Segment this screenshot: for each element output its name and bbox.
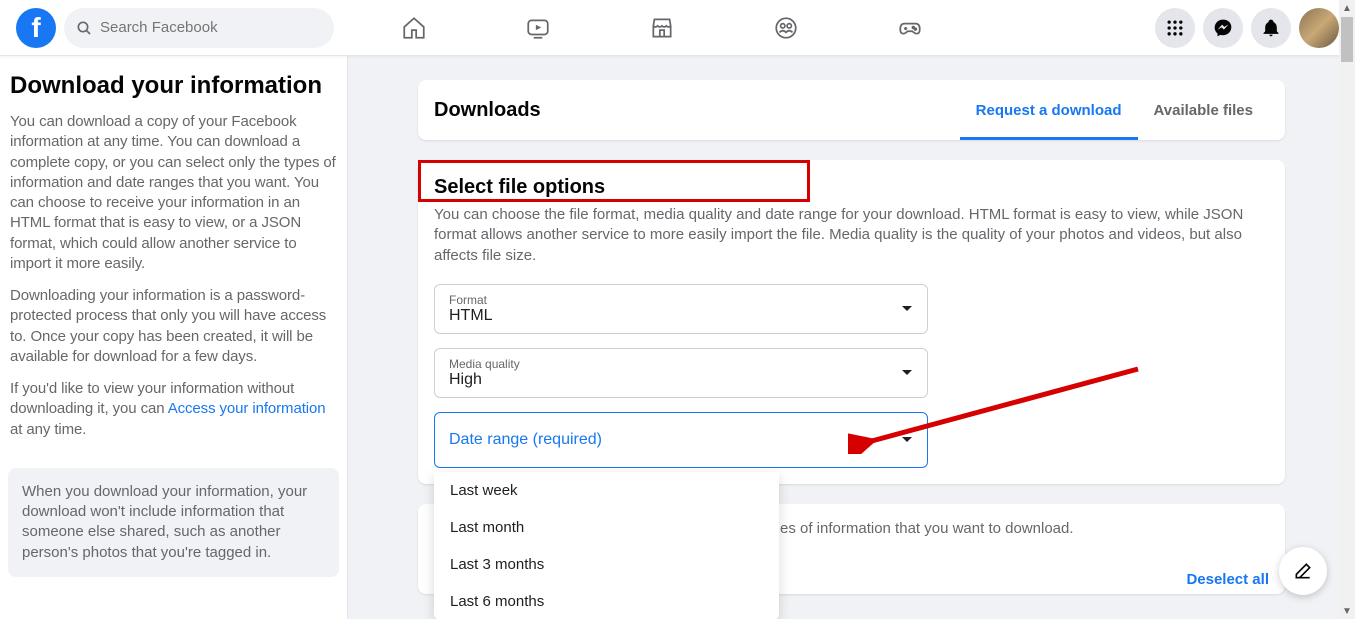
tab-available-files[interactable]: Available files (1138, 80, 1270, 140)
scrollbar-up-arrow[interactable]: ▲ (1339, 0, 1355, 16)
facebook-logo[interactable]: f (16, 8, 56, 48)
select-information-description-fragment: es of information that you want to downl… (780, 520, 1269, 537)
tabs-container: Request a download Available files (960, 80, 1269, 140)
dropdown-option-last-6-months[interactable]: Last 6 months (434, 583, 779, 619)
chevron-down-icon (901, 305, 913, 313)
search-input[interactable] (100, 19, 322, 36)
watch-icon[interactable] (514, 4, 562, 52)
left-sidebar: Download your information You can downlo… (0, 56, 348, 619)
menu-grid-icon[interactable] (1155, 8, 1195, 48)
marketplace-icon[interactable] (638, 4, 686, 52)
tab-request-download[interactable]: Request a download (960, 80, 1138, 140)
notifications-icon[interactable] (1251, 8, 1291, 48)
main-content: Downloads Request a download Available f… (348, 56, 1355, 619)
format-value: HTML (449, 307, 913, 325)
right-nav-icons (1155, 8, 1339, 48)
scrollbar[interactable]: ▲ ▼ (1339, 0, 1355, 619)
chevron-down-icon (901, 369, 913, 377)
sidebar-paragraph-2: Downloading your information is a passwo… (8, 286, 339, 367)
sidebar-info-box: When you download your information, your… (8, 468, 339, 577)
dropdown-option-last-week[interactable]: Last week (434, 472, 779, 509)
profile-avatar[interactable] (1299, 8, 1339, 48)
media-quality-label: Media quality (449, 357, 913, 371)
groups-icon[interactable] (762, 4, 810, 52)
compose-button[interactable] (1279, 547, 1327, 595)
sidebar-paragraph-3: If you'd like to view your information w… (8, 379, 339, 440)
access-your-information-link[interactable]: Access your information (168, 400, 326, 417)
scrollbar-down-arrow[interactable]: ▼ (1339, 603, 1355, 619)
top-navigation-bar: f (0, 0, 1355, 56)
deselect-all-button[interactable]: Deselect all (1186, 571, 1269, 588)
page-title: Download your information (8, 72, 339, 100)
format-label: Format (449, 293, 913, 307)
search-icon (76, 20, 92, 36)
select-file-options-description: You can choose the file format, media qu… (434, 205, 1269, 266)
date-range-dropdown: Last week Last month Last 3 months Last … (434, 472, 779, 619)
downloads-header-card: Downloads Request a download Available f… (418, 80, 1285, 140)
media-quality-select[interactable]: Media quality High (434, 348, 928, 398)
chevron-down-icon (901, 436, 913, 444)
date-range-label: Date range (required) (449, 431, 602, 449)
home-icon[interactable] (390, 4, 438, 52)
dropdown-option-last-month[interactable]: Last month (434, 509, 779, 546)
search-container[interactable] (64, 8, 334, 48)
media-quality-value: High (449, 371, 913, 389)
center-nav-icons (390, 0, 934, 56)
downloads-title: Downloads (434, 99, 541, 122)
format-select[interactable]: Format HTML (434, 284, 928, 334)
gaming-icon[interactable] (886, 4, 934, 52)
dropdown-option-last-3-months[interactable]: Last 3 months (434, 546, 779, 583)
messenger-icon[interactable] (1203, 8, 1243, 48)
select-file-options-card: Select file options You can choose the f… (418, 160, 1285, 484)
date-range-select[interactable]: Date range (required) (434, 412, 928, 468)
sidebar-paragraph-1: You can download a copy of your Facebook… (8, 112, 339, 274)
scrollbar-thumb[interactable] (1341, 17, 1353, 62)
select-file-options-title: Select file options (434, 176, 1269, 199)
